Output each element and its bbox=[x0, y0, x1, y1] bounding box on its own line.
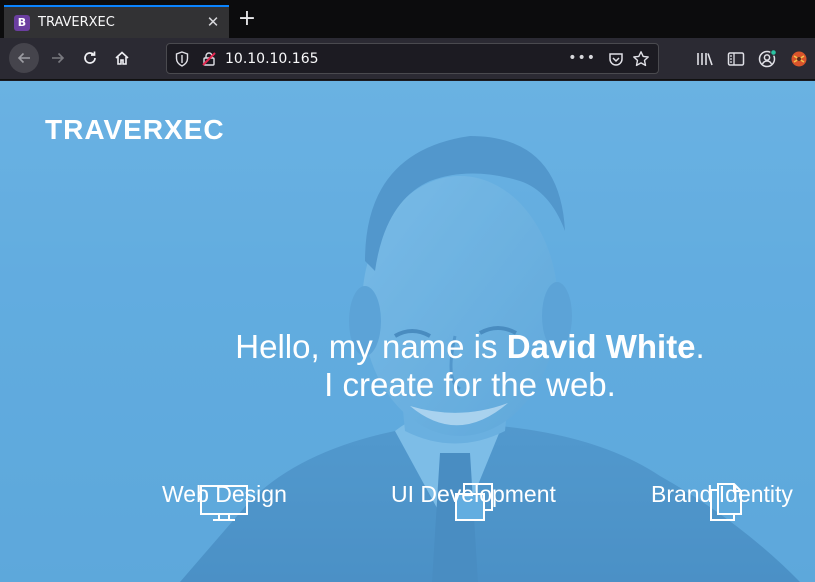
library-icon[interactable] bbox=[695, 49, 715, 69]
arrow-left-icon bbox=[17, 52, 30, 64]
intro-period: . bbox=[695, 328, 705, 365]
close-tab-icon[interactable]: ✕ bbox=[205, 13, 221, 31]
arrow-right-icon bbox=[52, 52, 65, 64]
tab-title: TRAVERXEC bbox=[38, 15, 115, 30]
service-ui-development-label: UI Development bbox=[391, 481, 556, 507]
tab-strip: B TRAVERXEC ✕ + bbox=[0, 0, 815, 38]
bookmark-star-icon[interactable] bbox=[632, 50, 650, 72]
service-web-design-label: Web Design bbox=[162, 481, 287, 507]
intro-greeting: Hello, my name is bbox=[235, 328, 507, 365]
service-brand-identity-label: Brand Identity bbox=[651, 481, 793, 507]
account-icon[interactable] bbox=[757, 49, 777, 69]
address-bar[interactable]: 10.10.10.165 ••• bbox=[166, 43, 659, 74]
pocket-icon[interactable] bbox=[608, 51, 624, 71]
home-button[interactable] bbox=[107, 43, 137, 73]
page-actions-more-icon[interactable]: ••• bbox=[568, 49, 596, 67]
extension-icon[interactable] bbox=[789, 49, 809, 69]
reload-icon bbox=[84, 51, 96, 64]
forward-button[interactable] bbox=[43, 43, 73, 73]
back-button[interactable] bbox=[9, 43, 39, 73]
home-icon bbox=[115, 51, 129, 65]
intro-tagline: I create for the web. bbox=[324, 366, 616, 403]
hero-intro: Hello, my name is David White. I create … bbox=[120, 328, 815, 404]
intro-line-1: Hello, my name is David White. bbox=[120, 328, 815, 366]
url-text[interactable]: 10.10.10.165 bbox=[225, 50, 319, 68]
intro-name: David White bbox=[506, 328, 696, 365]
navigation-toolbar: 10.10.10.165 ••• bbox=[0, 38, 815, 80]
site-brand-logo[interactable]: TRAVERXEC bbox=[45, 114, 225, 146]
reload-button[interactable] bbox=[75, 43, 105, 73]
new-tab-button[interactable]: + bbox=[236, 8, 258, 32]
sidebar-toggle-icon[interactable] bbox=[726, 49, 746, 69]
page-viewport: TRAVERXEC Hello, my name is David White.… bbox=[0, 81, 815, 582]
browser-tab[interactable]: B TRAVERXEC ✕ bbox=[4, 5, 229, 38]
insecure-lock-icon[interactable] bbox=[201, 51, 217, 71]
tracking-protection-shield-icon[interactable] bbox=[175, 51, 189, 71]
bootstrap-favicon-icon: B bbox=[14, 15, 30, 31]
